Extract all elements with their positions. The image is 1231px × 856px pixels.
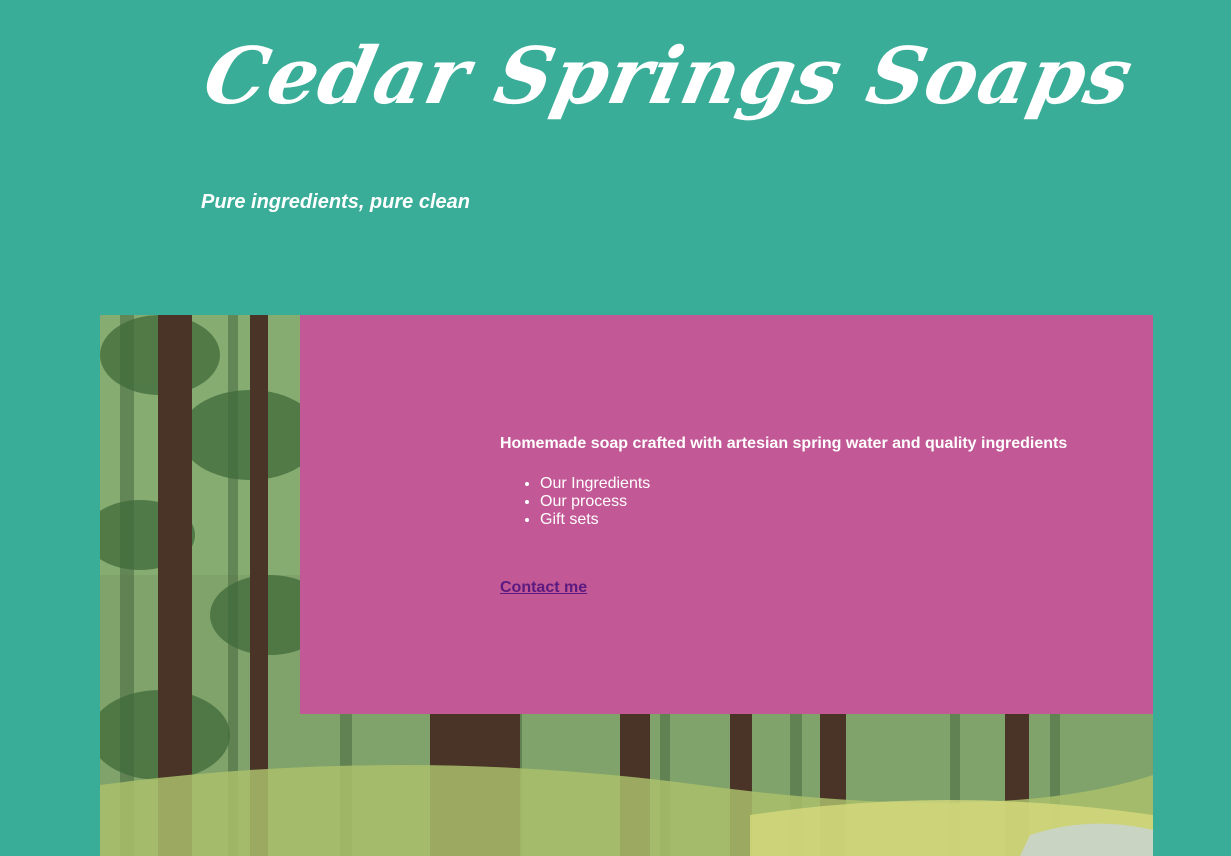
site-title: Cedar Springs Soaps	[196, 31, 1141, 122]
site-tagline: Pure ingredients, pure clean	[201, 191, 470, 213]
intro-text: Homemade soap crafted with artesian spri…	[500, 435, 1068, 452]
menu-list: Our Ingredients Our process Gift sets	[500, 475, 650, 529]
menu-item-process[interactable]: Our process	[540, 493, 650, 511]
menu-item-ingredients[interactable]: Our Ingredients	[540, 475, 650, 493]
contact-link[interactable]: Contact me	[500, 579, 587, 597]
content-panel: Homemade soap crafted with artesian spri…	[300, 315, 1153, 714]
menu-item-gift-sets[interactable]: Gift sets	[540, 511, 650, 529]
